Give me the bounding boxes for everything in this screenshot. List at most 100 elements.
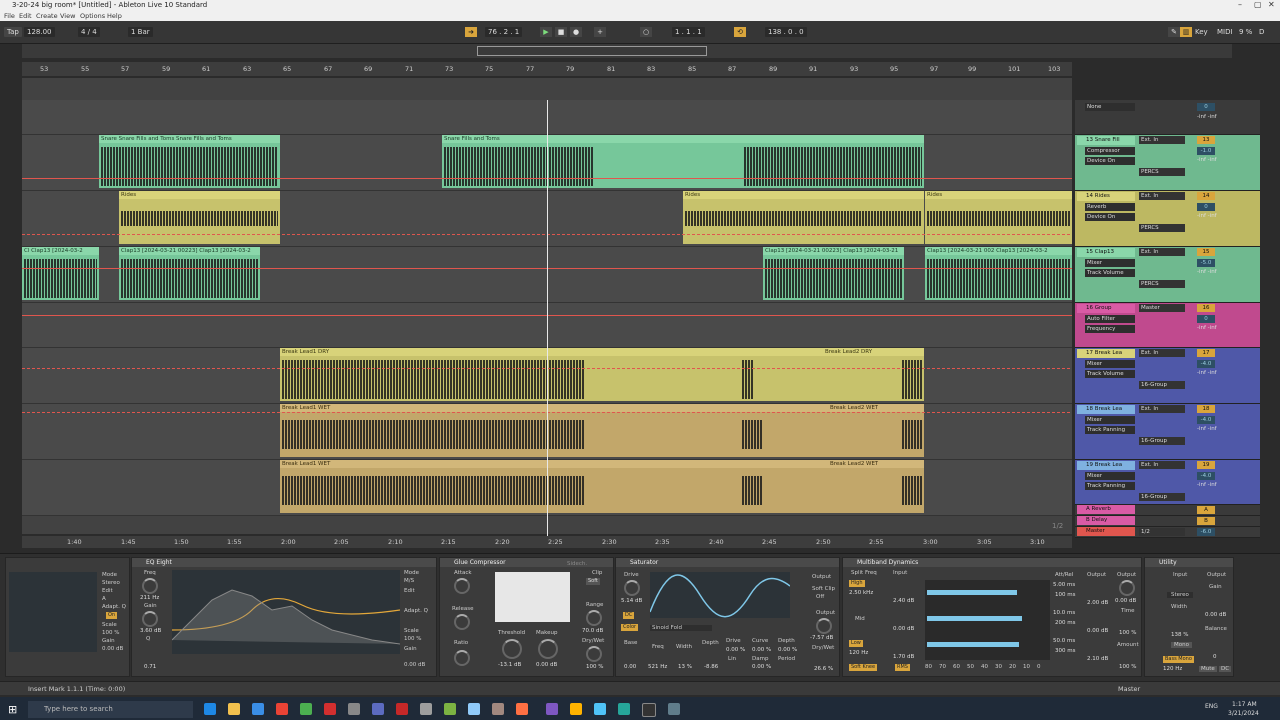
track-volume[interactable]: -5.0 [1197, 259, 1215, 267]
app-icon[interactable] [618, 703, 630, 715]
track-name[interactable]: 15 Clap13 [1077, 248, 1135, 257]
parameter-chooser[interactable]: Device On [1085, 213, 1135, 221]
track-name[interactable]: 16 Group [1077, 304, 1135, 313]
clip-clap[interactable]: Clap13 [2024-03-21 00223] Clap13 [2024-0… [119, 247, 260, 300]
amazon-icon[interactable] [570, 703, 582, 715]
track-header[interactable]: None 0 -inf -inf [1075, 100, 1260, 135]
channel-mode[interactable]: Stereo [1167, 592, 1193, 598]
input-type[interactable]: Ext. In [1139, 192, 1185, 200]
dc-button[interactable]: DC [623, 612, 635, 619]
return-track-b[interactable]: B Delay B [1075, 516, 1260, 527]
midi-map-button[interactable]: MIDI [1214, 27, 1236, 37]
device-chooser[interactable]: Reverb [1085, 203, 1135, 211]
draw-mode-icon[interactable]: ✎ [1168, 27, 1180, 37]
high-freq-value[interactable]: 2.50 kHz [849, 590, 873, 596]
track-number[interactable]: 14 [1197, 192, 1215, 200]
mid-input-value[interactable]: 0.00 dB [893, 626, 914, 632]
gain-knob[interactable] [142, 611, 158, 627]
track-header-17[interactable]: 17 Break Lea Mixer Track Volume Ext. In … [1075, 348, 1260, 404]
clip-clap[interactable]: Clap13 [2024-03-21 00223] Clap13 [2024-0… [763, 247, 904, 300]
utility-device[interactable]: Utility Input Stereo Width 138 % Mono Ba… [1144, 557, 1234, 677]
release-knob[interactable] [454, 614, 470, 630]
output-knob[interactable] [816, 618, 832, 634]
freq-knob[interactable] [142, 578, 158, 594]
menu-help[interactable]: Help [107, 12, 122, 20]
track-header-19[interactable]: 19 Break Lea Mixer Track Panning Ext. In… [1075, 460, 1260, 505]
drywet-knob[interactable] [586, 646, 602, 662]
clip-soft-button[interactable]: Soft [586, 578, 600, 585]
track-name[interactable]: 14 Rides [1077, 192, 1135, 201]
app-icon[interactable] [468, 703, 480, 715]
input-type[interactable]: Ext. In [1139, 461, 1185, 469]
softclip-toggle[interactable]: Off [816, 594, 824, 600]
mode-chooser[interactable]: Sinoid Fold [650, 625, 712, 631]
eq-curve-display[interactable] [171, 570, 401, 654]
rms-button[interactable]: RMS [895, 664, 910, 671]
track-volume[interactable]: -1.0 [1197, 147, 1215, 155]
track-name[interactable]: 17 Break Lea [1077, 349, 1135, 358]
input-type[interactable]: Ext. In [1139, 405, 1185, 413]
track-volume[interactable]: -4.0 [1197, 416, 1215, 424]
app-icon[interactable] [396, 703, 408, 715]
chrome-icon[interactable] [276, 703, 288, 715]
high-output[interactable]: 2.00 dB [1087, 600, 1108, 606]
overdub-icon[interactable]: + [594, 27, 606, 37]
bass-mono-freq[interactable]: 120 Hz [1163, 666, 1182, 672]
soft-knee-button[interactable]: Soft Knee [849, 664, 878, 671]
high-band-button[interactable]: High [849, 580, 865, 587]
parameter-chooser[interactable]: Frequency [1085, 325, 1135, 333]
clock-date[interactable]: 3/21/2024 [1228, 710, 1259, 717]
mid-output[interactable]: 0.00 dB [1087, 628, 1108, 634]
device-chooser[interactable]: Mixer [1085, 416, 1135, 424]
drive-knob[interactable] [624, 580, 640, 596]
bass-mono-button[interactable]: Bass Mono [1163, 656, 1194, 663]
edit-a[interactable]: A [102, 596, 106, 602]
clip-rides[interactable]: Rides [925, 191, 1072, 244]
track-number[interactable]: 15 [1197, 248, 1215, 256]
key-map-button[interactable]: Key [1192, 27, 1211, 37]
dc-button[interactable]: DC [1219, 666, 1232, 672]
app-icon[interactable] [372, 703, 384, 715]
device-chooser[interactable]: Mixer [1085, 259, 1135, 267]
saturator-device[interactable]: Saturator Drive 5.14 dB DC Color Sinoid … [615, 557, 840, 677]
eq-eight-device[interactable]: EQ Eight Freq 211 Hz Gain 3.60 dB Q 0.71… [131, 557, 437, 677]
device-chooser[interactable]: Compressor [1085, 147, 1135, 155]
mid-release[interactable]: 200 ms [1055, 620, 1075, 626]
master-routing[interactable]: 1/2 [1139, 528, 1185, 536]
windows-start-icon[interactable]: ⊞ [8, 703, 20, 716]
output-routing[interactable]: PERCS [1139, 224, 1185, 232]
mute-button[interactable]: Mute [1199, 666, 1217, 672]
parameter-chooser[interactable]: Track Panning [1085, 482, 1135, 490]
return-track-a[interactable]: A Reverb A [1075, 505, 1260, 516]
low-band-button[interactable]: Low [849, 640, 863, 647]
menu-options[interactable]: Options [80, 12, 105, 20]
menu-file[interactable]: File [4, 12, 15, 20]
attack-knob[interactable] [454, 578, 470, 594]
app-icon[interactable] [420, 703, 432, 715]
mid-attack[interactable]: 10.0 ms [1053, 610, 1075, 616]
clip-snare-fills[interactable]: Snare Fills and Toms [442, 135, 924, 188]
device-chooser[interactable]: None [1085, 103, 1135, 111]
multiband-dynamics-device[interactable]: Multiband Dynamics Split Freq Input High… [842, 557, 1142, 677]
follow-icon[interactable]: ➜ [465, 27, 477, 37]
selected-track-label[interactable]: Master [1118, 685, 1140, 693]
loop-length[interactable]: 138 . 0 . 0 [765, 27, 807, 37]
track-volume[interactable]: 0 [1197, 203, 1215, 211]
maximize-button[interactable]: ▢ [1254, 0, 1262, 9]
overview-viewport[interactable] [477, 46, 707, 56]
mode-value[interactable]: Stereo [102, 580, 120, 586]
low-attack[interactable]: 50.0 ms [1053, 638, 1075, 644]
minimize-button[interactable]: – [1238, 0, 1242, 9]
loop-icon[interactable]: ⟲ [734, 27, 746, 37]
track-name[interactable]: 18 Break Lea [1077, 405, 1135, 414]
app-icon[interactable] [348, 703, 360, 715]
keyboard-icon[interactable]: ▥ [1180, 27, 1192, 37]
output-routing[interactable]: 16-Group [1139, 381, 1185, 389]
track-number[interactable]: B [1197, 517, 1215, 525]
output-routing[interactable]: 16-Group [1139, 493, 1185, 501]
clip-clap[interactable]: Cl Clap13 [2024-03-2 [22, 247, 99, 300]
track-number[interactable]: 19 [1197, 461, 1215, 469]
damp-value[interactable]: 0.00 % [752, 664, 771, 670]
low-release[interactable]: 300 ms [1055, 648, 1075, 654]
taskbar-search[interactable]: Type here to search [28, 701, 193, 718]
